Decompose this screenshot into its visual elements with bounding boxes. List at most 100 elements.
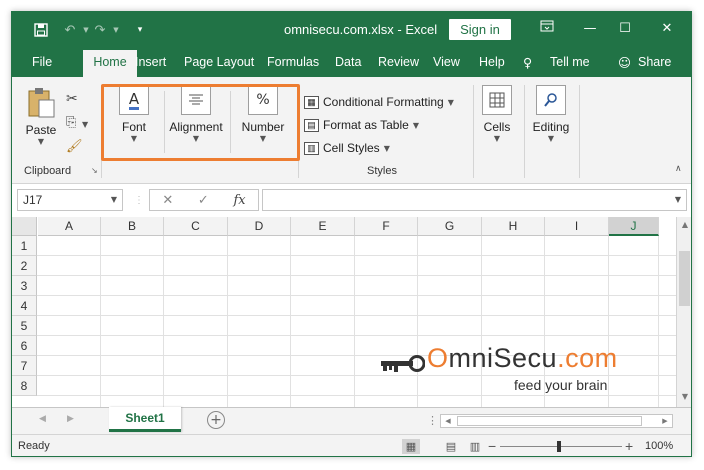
column-header-f[interactable]: F — [355, 217, 418, 236]
zoom-level[interactable]: 100% — [645, 440, 673, 452]
tell-me-search[interactable]: Tell me — [550, 55, 590, 69]
format-as-table-dropdown-icon: ▼ — [412, 120, 419, 130]
row-header-8[interactable]: 8 — [12, 376, 37, 396]
cut-icon[interactable]: ✂ — [66, 91, 78, 107]
copy-icon[interactable]: ⎘ — [66, 115, 76, 130]
name-box[interactable]: J17 ▼ — [17, 189, 123, 211]
ribbon-display-options-icon[interactable] — [535, 18, 559, 40]
tab-data[interactable]: Data — [335, 55, 361, 69]
format-painter-icon[interactable]: 🖌 — [66, 139, 83, 154]
maximize-icon[interactable]: ☐ — [613, 18, 637, 40]
column-header-g[interactable]: G — [418, 217, 482, 236]
column-header-c[interactable]: C — [164, 217, 228, 236]
share-person-icon[interactable]: ☺ — [618, 55, 631, 70]
status-text: Ready — [18, 440, 50, 452]
column-header-b[interactable]: B — [101, 217, 164, 236]
horizontal-scroll-thumb[interactable] — [457, 416, 642, 426]
ribbon-tabs: File Home Insert Page Layout Formulas Da… — [12, 48, 691, 77]
lightbulb-icon[interactable]: ♀ — [523, 55, 532, 70]
collapse-ribbon-icon[interactable]: ∧ — [675, 164, 682, 174]
column-header-j[interactable]: J — [609, 217, 659, 236]
row-header-6[interactable]: 6 — [12, 336, 37, 356]
name-box-value: J17 — [23, 193, 43, 207]
page-break-preview-icon[interactable]: ▥ — [466, 439, 484, 454]
clipboard-launcher-icon[interactable]: ↘ — [91, 166, 98, 175]
logo-tagline: feed your brain — [514, 377, 608, 393]
redo-icon[interactable]: ↷ — [92, 22, 108, 38]
expand-formula-bar-icon[interactable]: ▼ — [675, 195, 681, 204]
logo-wordmark: OmniSecu.com — [427, 343, 618, 373]
scroll-down-icon[interactable]: ▼ — [677, 389, 691, 405]
format-as-table-icon: ▤ — [304, 118, 319, 132]
formula-bar-splitter-icon[interactable]: ⋮ — [134, 195, 144, 206]
column-header-d[interactable]: D — [228, 217, 291, 236]
scroll-up-icon[interactable]: ▲ — [677, 217, 691, 233]
tab-split-handle[interactable]: ⋮ — [427, 414, 438, 427]
zoom-in-button[interactable]: + — [625, 438, 633, 454]
undo-icon[interactable]: ↶ — [62, 22, 78, 38]
cells-button[interactable]: Cells ▼ — [479, 85, 515, 143]
column-header-i[interactable]: I — [545, 217, 609, 236]
vertical-scroll-thumb[interactable] — [679, 251, 690, 306]
save-icon[interactable] — [33, 22, 49, 38]
conditional-formatting-button[interactable]: ▦ Conditional Formatting ▼ — [304, 92, 454, 112]
tab-view[interactable]: View — [433, 55, 460, 69]
tab-help[interactable]: Help — [479, 55, 505, 69]
paste-button[interactable]: Paste ▼ — [21, 87, 61, 146]
zoom-slider[interactable] — [500, 441, 622, 452]
close-icon[interactable]: ✕ — [655, 18, 679, 40]
grid-row-line — [37, 315, 676, 316]
tab-file[interactable]: File — [32, 55, 52, 69]
enter-icon[interactable]: ✓ — [198, 192, 209, 208]
column-header-a[interactable]: A — [38, 217, 101, 236]
normal-view-icon[interactable]: ▦ — [402, 439, 420, 454]
minimize-icon[interactable]: — — [578, 18, 602, 40]
cancel-icon[interactable]: ✕ — [162, 192, 173, 208]
number-button[interactable]: % Number ▼ — [237, 85, 289, 143]
page-layout-view-icon[interactable]: ▤ — [442, 439, 460, 454]
tab-page-layout[interactable]: Page Layout — [184, 55, 254, 69]
column-header-h[interactable]: H — [482, 217, 545, 236]
scroll-right-icon[interactable]: ▶ — [658, 415, 672, 427]
alignment-button[interactable]: Alignment ▼ — [166, 85, 226, 143]
sheet-scroll-right-icon[interactable]: ▶ — [67, 414, 74, 424]
name-box-dropdown-icon[interactable]: ▼ — [111, 190, 117, 210]
copy-dropdown-icon[interactable]: ▼ — [82, 120, 88, 129]
font-button[interactable]: A Font ▼ — [114, 85, 154, 143]
add-sheet-icon[interactable]: + — [207, 411, 225, 429]
zoom-slider-thumb[interactable] — [557, 441, 561, 452]
formula-input[interactable]: ▼ — [262, 189, 687, 211]
zoom-out-button[interactable]: − — [488, 438, 496, 454]
alignment-dropdown-icon: ▼ — [192, 134, 200, 143]
row-header-1[interactable]: 1 — [12, 236, 37, 256]
sheet-scroll-left-icon[interactable]: ◀ — [39, 414, 46, 424]
tab-insert[interactable]: Insert — [135, 55, 166, 69]
sheet-tab-sheet1[interactable]: Sheet1 — [109, 407, 181, 432]
row-header-3[interactable]: 3 — [12, 276, 37, 296]
row-header-2[interactable]: 2 — [12, 256, 37, 276]
redo-dropdown-icon[interactable]: ▼ — [108, 22, 124, 38]
divider — [101, 85, 102, 178]
vertical-scrollbar[interactable]: ▲ ▼ — [676, 217, 691, 407]
tab-formulas[interactable]: Formulas — [267, 55, 319, 69]
select-all-corner[interactable] — [12, 217, 37, 236]
format-as-table-button[interactable]: ▤ Format as Table ▼ — [304, 115, 419, 135]
share-button[interactable]: Share — [638, 55, 671, 69]
row-header-5[interactable]: 5 — [12, 316, 37, 336]
tab-home[interactable]: Home — [83, 50, 137, 77]
cell-styles-icon: ▥ — [304, 141, 319, 155]
scroll-left-icon[interactable]: ◀ — [441, 415, 455, 427]
font-icon: A — [119, 85, 149, 115]
tab-review[interactable]: Review — [378, 55, 419, 69]
editing-button[interactable]: Editing ▼ — [530, 85, 572, 143]
row-header-4[interactable]: 4 — [12, 296, 37, 316]
align-center-icon — [181, 85, 211, 115]
cell-styles-button[interactable]: ▥ Cell Styles ▼ — [304, 138, 390, 158]
insert-function-icon[interactable]: fx — [233, 193, 245, 208]
sign-in-button[interactable]: Sign in — [449, 19, 511, 40]
horizontal-scrollbar[interactable]: ◀ ▶ — [440, 414, 673, 428]
key-icon — [381, 355, 425, 372]
row-header-7[interactable]: 7 — [12, 356, 37, 376]
customize-qat-icon[interactable]: ▾ — [132, 22, 148, 38]
column-header-e[interactable]: E — [291, 217, 355, 236]
